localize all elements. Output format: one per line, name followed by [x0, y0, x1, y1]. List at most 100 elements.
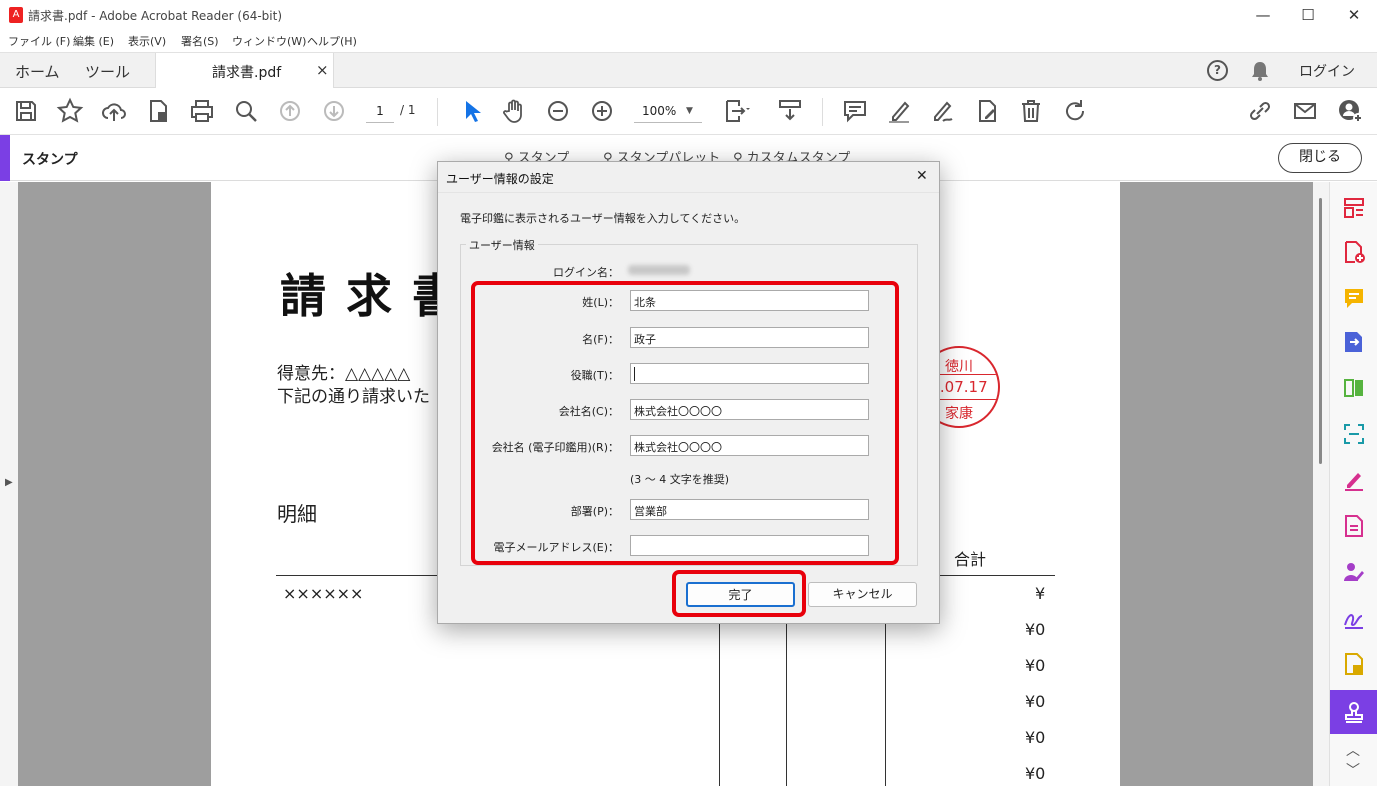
draw-pen-icon[interactable] — [929, 97, 957, 125]
scroll-mode-icon[interactable] — [776, 97, 804, 125]
close-tool-button[interactable]: 閉じる — [1278, 143, 1362, 173]
expand-panel-icon[interactable]: ▶ — [5, 477, 13, 488]
menu-sign[interactable]: 署名(S) — [181, 33, 219, 49]
maximize-button[interactable]: ☐ — [1285, 0, 1331, 31]
tab-home[interactable]: ホーム — [15, 61, 60, 82]
menu-view[interactable]: 表示(V) — [128, 33, 166, 49]
toolbar-divider — [822, 98, 823, 126]
dialog-close-button[interactable]: ✕ — [916, 168, 928, 184]
tab-document[interactable]: 請求書.pdf × — [155, 53, 334, 89]
page-fit-icon[interactable] — [722, 97, 750, 125]
tab-tools[interactable]: ツール — [85, 61, 130, 82]
scrollbar-thumb[interactable] — [1319, 198, 1322, 464]
page-total: / 1 — [400, 103, 416, 117]
chevron-down-icon: ▼ — [686, 106, 693, 116]
acrobat-logo-icon: A — [9, 7, 23, 23]
menu-window[interactable]: ウィンドウ(W) — [232, 33, 306, 49]
print-icon[interactable] — [188, 97, 216, 125]
details-heading: 明細 — [277, 502, 317, 526]
login-button[interactable]: ログイン — [1299, 61, 1355, 81]
star-icon[interactable] — [56, 97, 84, 125]
menu-help[interactable]: ヘルプ(H) — [307, 33, 357, 49]
help-icon[interactable]: ? — [1207, 60, 1228, 81]
add-user-icon[interactable] — [1336, 97, 1364, 125]
toolbar: 1 / 1 100% ▼ — [0, 88, 1377, 135]
vertical-scrollbar[interactable] — [1313, 182, 1329, 786]
login-name-blurred — [628, 265, 690, 275]
scan-ocr-icon[interactable] — [1342, 422, 1366, 446]
client-name: 得意先：△△△△△ — [277, 364, 411, 384]
stamp-tool-button[interactable] — [1330, 690, 1377, 734]
zoom-value: 100% — [642, 104, 677, 118]
highlight-fields-box — [471, 281, 899, 565]
tool-accent-bar — [0, 135, 10, 181]
menu-edit[interactable]: 編集 (E) — [73, 33, 114, 49]
amount-cell: ¥0 — [1025, 764, 1046, 783]
dialog-instruction: 電子印鑑に表示されるユーザー情報を入力してください。 — [460, 212, 746, 225]
login-name-label: ログイン名： — [553, 266, 619, 279]
export-pdf-icon[interactable] — [1342, 330, 1366, 354]
toolbar-divider — [437, 98, 438, 126]
comment-tool-icon[interactable] — [1342, 286, 1366, 310]
close-window-button[interactable]: ✕ — [1331, 0, 1377, 31]
tab-document-label: 請求書.pdf — [212, 65, 282, 81]
protect-file-icon[interactable] — [144, 97, 172, 125]
select-arrow-icon[interactable] — [457, 97, 485, 125]
hand-icon[interactable] — [500, 97, 528, 125]
prev-page-icon[interactable] — [276, 97, 304, 125]
chevron-up-icon[interactable]: ︿ — [1346, 740, 1360, 760]
invoice-title: 請 求 書 — [280, 269, 461, 323]
left-panel-strip: ▶ — [0, 182, 18, 786]
zoom-out-icon[interactable] — [544, 97, 572, 125]
highlight-ok-box — [672, 570, 806, 617]
trash-icon[interactable] — [1017, 97, 1045, 125]
share-link-icon[interactable] — [1246, 97, 1274, 125]
menu-bar: ファイル (F) 編集 (E) 表示(V) 署名(S) ウィンドウ(W) ヘルプ… — [0, 31, 1377, 52]
user-info-dialog: ユーザー情報の設定 ✕ 電子印鑑に表示されるユーザー情報を入力してください。 ユ… — [437, 161, 940, 624]
protect-icon[interactable] — [1342, 652, 1366, 676]
tab-bar: ホーム ツール 請求書.pdf × ? ログイン — [0, 52, 1377, 89]
email-icon[interactable] — [1291, 97, 1319, 125]
amount-cell: ¥ — [1035, 584, 1046, 603]
cancel-button[interactable]: キャンセル — [808, 582, 917, 607]
zoom-select[interactable]: 100% ▼ — [634, 101, 702, 123]
table-column-line — [885, 614, 886, 786]
next-page-icon[interactable] — [320, 97, 348, 125]
rotate-icon[interactable] — [1061, 97, 1089, 125]
request-signature-icon[interactable] — [1342, 560, 1366, 584]
total-column-header: 合計 — [954, 550, 987, 569]
chevron-down-icon[interactable]: ﹀ — [1346, 760, 1360, 780]
stamp-tool-icon — [1345, 702, 1363, 723]
dialog-title-divider — [438, 192, 939, 193]
edit-pdf-icon[interactable] — [973, 97, 1001, 125]
amount-cell: ¥0 — [1025, 692, 1046, 711]
search-icon[interactable] — [232, 97, 260, 125]
notice-text: 下記の通り請求いた — [277, 387, 430, 407]
amount-cell: ¥0 — [1025, 728, 1046, 747]
zoom-in-icon[interactable] — [588, 97, 616, 125]
menu-file[interactable]: ファイル (F) — [8, 33, 70, 49]
certificates-icon[interactable] — [1342, 606, 1366, 630]
group-label: ユーザー情報 — [466, 237, 538, 253]
comment-icon[interactable] — [841, 97, 869, 125]
highlight-pen-icon[interactable] — [885, 97, 913, 125]
item-name: ×××××× — [283, 584, 364, 603]
compare-files-icon[interactable] — [1342, 376, 1366, 400]
right-tools-panel: ︿ ﹀ — [1329, 182, 1377, 786]
table-column-line — [719, 614, 720, 786]
organize-pages-icon[interactable] — [1342, 196, 1366, 220]
tool-title: スタンプ — [22, 152, 78, 168]
fill-sign-icon[interactable] — [1342, 468, 1366, 492]
save-icon[interactable] — [12, 97, 40, 125]
dialog-title: ユーザー情報の設定 — [446, 172, 554, 186]
window-title: 請求書.pdf - Adobe Acrobat Reader (64-bit) — [28, 9, 283, 23]
page-number-input[interactable]: 1 — [366, 101, 394, 123]
title-bar: A 請求書.pdf - Adobe Acrobat Reader (64-bit… — [0, 0, 1377, 31]
form-icon[interactable] — [1342, 514, 1366, 538]
upload-cloud-icon[interactable] — [100, 97, 128, 125]
tab-close-button[interactable]: × — [316, 61, 329, 79]
create-pdf-icon[interactable] — [1342, 240, 1366, 264]
amount-cell: ¥0 — [1025, 620, 1046, 639]
minimize-button[interactable]: — — [1240, 0, 1286, 31]
bell-icon[interactable] — [1250, 60, 1270, 86]
